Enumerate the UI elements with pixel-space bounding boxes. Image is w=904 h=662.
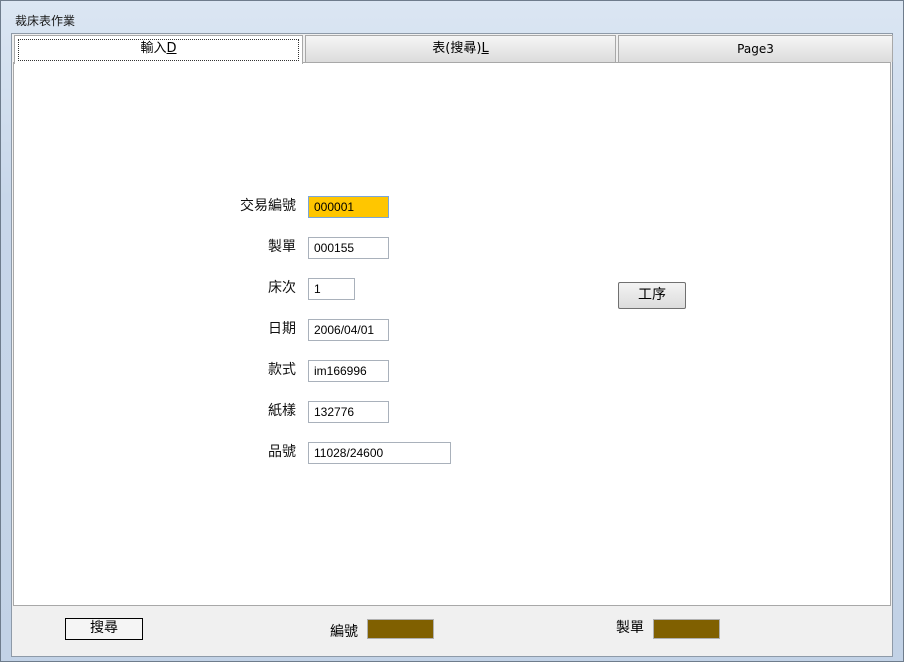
title-bar[interactable]: 裁床表作業 xyxy=(1,1,903,31)
bed-no-label: 床次 xyxy=(268,280,296,296)
tab-input[interactable]: 輸入D xyxy=(14,35,303,64)
style-label: 款式 xyxy=(268,362,296,378)
tab-table-search[interactable]: 表(搜尋)L xyxy=(305,35,616,62)
pattern-field[interactable]: 132776 xyxy=(308,401,389,423)
date-label: 日期 xyxy=(268,321,296,337)
code-value-box xyxy=(367,619,434,639)
date-field[interactable]: 2006/04/01 xyxy=(308,319,389,341)
order-label: 製單 xyxy=(268,239,296,255)
window-title: 裁床表作業 xyxy=(15,14,76,28)
tab-page3[interactable]: Page3 xyxy=(618,35,893,62)
order-value-box xyxy=(653,619,720,639)
tab-table-label: 表(搜尋) xyxy=(432,41,482,56)
order-status-label: 製單 xyxy=(616,620,644,636)
item-no-field[interactable]: 11028/24600 xyxy=(308,442,451,464)
item-no-label: 品號 xyxy=(268,444,296,460)
order-field[interactable]: 000155 xyxy=(308,237,389,259)
tab-page3-label: Page3 xyxy=(737,42,774,56)
app-window: 裁床表作業 輸入D 表(搜尋)L Page3 交易編號 000001 製單 00… xyxy=(0,0,904,662)
code-label: 編號 xyxy=(330,624,358,640)
bottom-bar: 搜尋 編號 製單 xyxy=(13,607,891,655)
main-area: 輸入D 表(搜尋)L Page3 交易編號 000001 製單 000155 床… xyxy=(11,33,893,657)
search-button[interactable]: 搜尋 xyxy=(65,618,143,640)
tab-table-accel: L xyxy=(481,41,489,56)
tab-focus-rect xyxy=(18,39,299,61)
transaction-no-field[interactable]: 000001 xyxy=(308,196,389,218)
transaction-no-label: 交易編號 xyxy=(240,198,296,214)
style-field[interactable]: im166996 xyxy=(308,360,389,382)
input-panel: 交易編號 000001 製單 000155 床次 1 日期 2006/04/01… xyxy=(13,62,891,606)
pattern-label: 紙樣 xyxy=(268,403,296,419)
bed-no-field[interactable]: 1 xyxy=(308,278,355,300)
process-button[interactable]: 工序 xyxy=(618,282,686,309)
